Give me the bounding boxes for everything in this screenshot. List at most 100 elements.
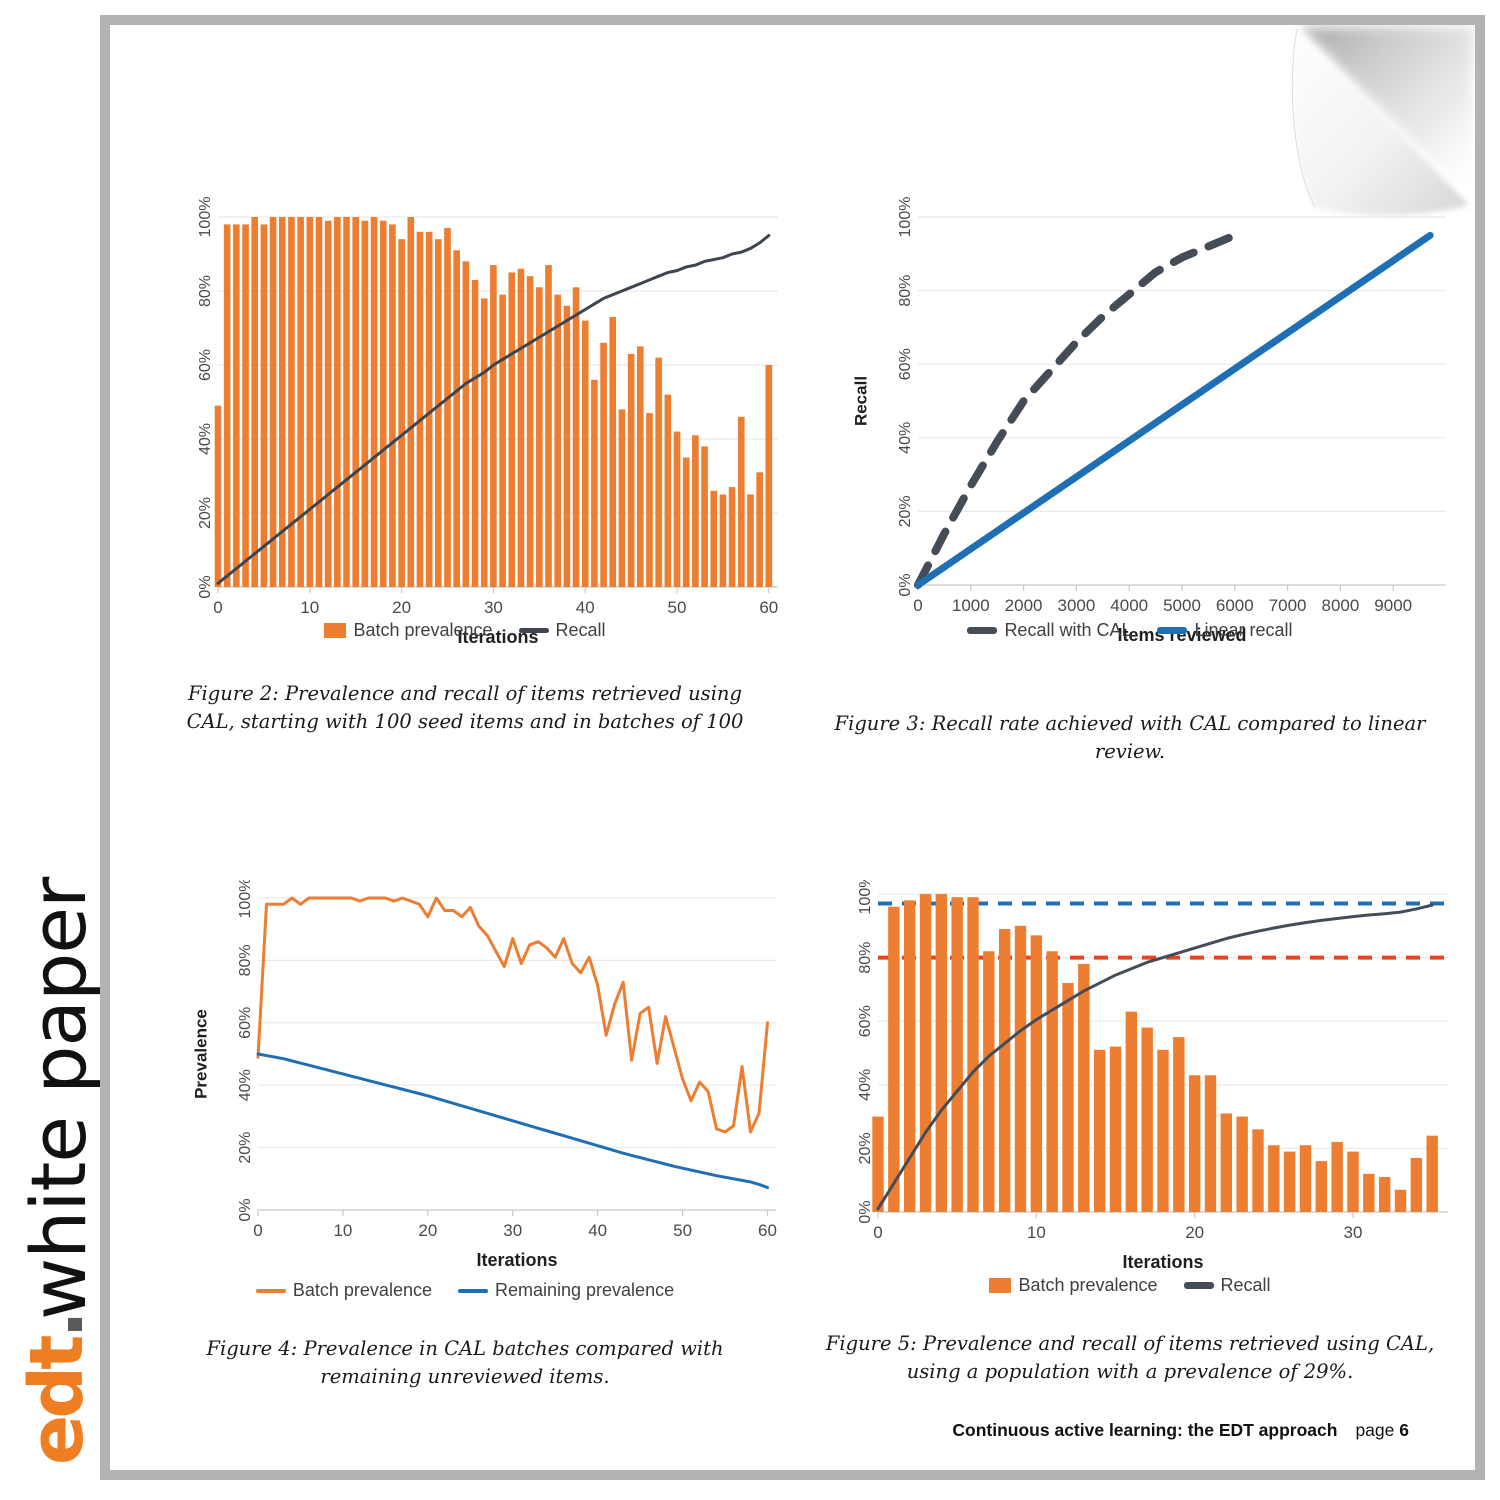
svg-text:Iterations: Iterations (476, 1250, 557, 1270)
svg-text:0: 0 (253, 1221, 262, 1240)
legend-label: Recall (1220, 1275, 1271, 1295)
legend-item-linear-recall: Linear recall (1157, 620, 1293, 641)
svg-text:20%: 20% (237, 1132, 254, 1164)
figure-4-chart: 0% 20% 40% 60% 80% 100% 0 10 20 30 40 50 60 Iteration… (191, 880, 777, 1270)
svg-text:4000: 4000 (1110, 596, 1148, 615)
page-footer: Continuous active learning: the EDT appr… (952, 1420, 1409, 1441)
footer-page-number: 6 (1399, 1420, 1409, 1440)
svg-text:30: 30 (503, 1221, 522, 1240)
svg-text:40%: 40% (857, 1069, 874, 1101)
legend-label: Batch prevalence (292, 1280, 432, 1300)
svg-text:0%: 0% (197, 575, 214, 598)
svg-text:30: 30 (1344, 1223, 1363, 1242)
svg-text:20: 20 (418, 1221, 437, 1240)
svg-text:40%: 40% (237, 1069, 254, 1101)
legend-swatch-box-icon (989, 1278, 1012, 1293)
svg-text:10: 10 (333, 1221, 352, 1240)
svg-text:8000: 8000 (1321, 596, 1359, 615)
svg-text:60%: 60% (237, 1007, 254, 1039)
edt-logo: edt. (14, 1314, 100, 1465)
legend-swatch-dashed-line-icon (967, 627, 998, 634)
figure-5-legend: Batch prevalence Recall (800, 1275, 1460, 1296)
legend-swatch-box-icon (324, 623, 347, 638)
svg-text:60%: 60% (897, 348, 914, 380)
legend-item-recall-with-cal: Recall with CAL (967, 620, 1131, 641)
legend-label: Batch prevalence (353, 620, 493, 640)
svg-text:60: 60 (759, 598, 778, 617)
svg-text:6000: 6000 (1216, 596, 1254, 615)
svg-text:80%: 80% (237, 944, 254, 976)
document-page: 0% 20% 40% 60% 80% 100% 0 10 20 30 40 50 60 Iteration… (100, 15, 1485, 1480)
edt-logo-text: edt (14, 1338, 100, 1465)
svg-text:0%: 0% (237, 1198, 254, 1221)
svg-text:100%: 100% (897, 197, 914, 238)
figure-3-caption: Figure 3: Recall rate achieved with CAL … (834, 712, 1426, 764)
figure-5-caption: Figure 5: Prevalence and recall of items… (825, 1332, 1435, 1384)
svg-text:7000: 7000 (1269, 596, 1307, 615)
legend-swatch-line-icon (255, 1288, 286, 1293)
figure-3-legend: Recall with CAL Linear recall (800, 620, 1460, 641)
svg-text:10: 10 (300, 598, 319, 617)
svg-text:30: 30 (484, 598, 503, 617)
figure-3: 0% 20% 40% 60% 80% 100% 0 1000 2000 3000 4000 5000 6… (800, 195, 1460, 763)
svg-text:1000: 1000 (952, 596, 990, 615)
svg-text:Iterations: Iterations (1122, 1252, 1203, 1272)
svg-text:40: 40 (576, 598, 595, 617)
svg-text:50: 50 (668, 598, 687, 617)
figure-2: 0% 20% 40% 60% 80% 100% 0 10 20 30 40 50 60 Iteration… (140, 195, 790, 755)
svg-text:40: 40 (588, 1221, 607, 1240)
figure-2-legend: Batch prevalence Recall (140, 620, 790, 641)
svg-text:80%: 80% (857, 942, 874, 974)
svg-text:60%: 60% (857, 1005, 874, 1037)
svg-text:5000: 5000 (1163, 596, 1201, 615)
svg-text:20: 20 (1185, 1223, 1204, 1242)
svg-text:50: 50 (673, 1221, 692, 1240)
svg-text:20%: 20% (197, 497, 214, 529)
svg-text:60: 60 (758, 1221, 777, 1240)
legend-swatch-line-icon (518, 628, 549, 633)
figure-2-chart: 0%20%40%60%80%100%0 10 20 30 40 50 60Iteration… (197, 197, 778, 647)
svg-text:9000: 9000 (1374, 596, 1412, 615)
legend-item-batch-prevalence: Batch prevalence (255, 1280, 432, 1301)
legend-label: Recall (555, 620, 606, 640)
svg-text:20%: 20% (857, 1132, 874, 1164)
svg-text:20: 20 (392, 598, 411, 617)
svg-text:0%: 0% (897, 573, 914, 596)
svg-text:80%: 80% (197, 275, 214, 307)
legend-item-recall: Recall (1183, 1275, 1271, 1296)
svg-text:Recall: Recall (851, 376, 870, 426)
legend-label: Batch prevalence (1018, 1275, 1158, 1295)
svg-text:100%: 100% (197, 197, 214, 238)
page-content-area: 0% 20% 40% 60% 80% 100% 0 10 20 30 40 50 60 Iteration… (110, 25, 1475, 1470)
svg-text:0: 0 (913, 596, 922, 615)
legend-swatch-line-icon (1157, 627, 1188, 634)
svg-text:3000: 3000 (1057, 596, 1095, 615)
svg-text:2000: 2000 (1005, 596, 1043, 615)
legend-swatch-line-icon (1183, 1282, 1214, 1289)
figure-4-legend: Batch prevalence Remaining prevalence (140, 1280, 790, 1301)
figure-5-chart: 0% 20% 40% 60% 80% 100% 0 10 20 30 Iterations (857, 880, 1448, 1272)
legend-swatch-line-icon (457, 1288, 488, 1293)
document-spine: white paper edt. (0, 0, 103, 1500)
svg-text:Prevalence: Prevalence (191, 1009, 210, 1099)
legend-item-batch-prevalence: Batch prevalence (324, 620, 493, 641)
legend-item-remaining-prevalence: Remaining prevalence (457, 1280, 674, 1301)
svg-text:0: 0 (873, 1223, 882, 1242)
footer-title: Continuous active learning: the EDT appr… (952, 1420, 1338, 1440)
svg-text:0%: 0% (857, 1200, 874, 1223)
figure-3-chart: 0% 20% 40% 60% 80% 100% 0 1000 2000 3000 4000 5000 6… (851, 197, 1446, 645)
footer-page-word: page (1355, 1420, 1395, 1440)
svg-text:80%: 80% (897, 275, 914, 307)
svg-text:20%: 20% (897, 495, 914, 527)
legend-label: Linear recall (1194, 620, 1293, 640)
svg-text:0: 0 (213, 598, 222, 617)
svg-text:100%: 100% (237, 880, 254, 918)
svg-text:40%: 40% (197, 423, 214, 455)
svg-text:60%: 60% (197, 349, 214, 381)
figure-2-caption: Figure 2: Prevalence and recall of items… (186, 682, 744, 734)
legend-label: Recall with CAL (1004, 620, 1132, 640)
legend-item-batch-prevalence: Batch prevalence (989, 1275, 1158, 1296)
figure-5: 0% 20% 40% 60% 80% 100% 0 10 20 30 Iterations Batc… (800, 880, 1460, 1400)
legend-item-recall: Recall (518, 620, 606, 641)
edt-logo-dot: . (14, 1314, 100, 1339)
